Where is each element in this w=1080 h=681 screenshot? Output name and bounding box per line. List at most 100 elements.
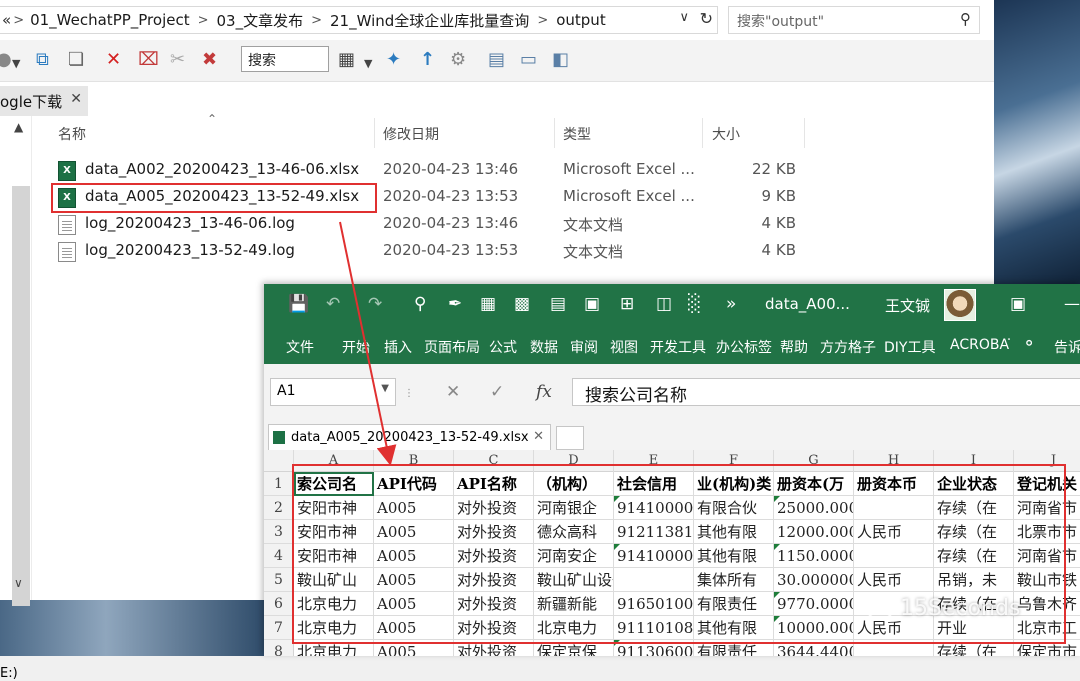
table-cell[interactable]: A005 <box>374 544 454 568</box>
grid-icon[interactable]: ⊞ <box>620 294 634 314</box>
select-all-corner[interactable] <box>264 450 294 472</box>
refresh-icon[interactable]: ↻ <box>700 9 713 28</box>
table-cell[interactable]: 人民币 <box>854 520 934 544</box>
tab-view[interactable]: 视图 <box>610 337 638 357</box>
table-cell[interactable]: 对外投资 <box>454 592 534 616</box>
table-cell[interactable]: 北京市工 <box>1014 616 1080 640</box>
table-cell[interactable]: 河南省市 <box>1014 544 1080 568</box>
table-cell[interactable]: 有限责任 <box>694 592 774 616</box>
table-cell[interactable]: 河南银企 <box>534 496 614 520</box>
table-cell[interactable]: 存续（在 <box>934 544 1014 568</box>
row-number[interactable]: 7 <box>264 616 294 640</box>
table-cell[interactable] <box>854 496 934 520</box>
close-icon[interactable]: ✕ <box>533 429 544 444</box>
table-cell[interactable]: 存续（在 <box>934 496 1014 520</box>
table-cell[interactable]: 鞍山市铁 <box>1014 568 1080 592</box>
table-cell[interactable]: 9770.000000 <box>774 592 854 616</box>
up-arrow-icon[interactable]: ↑ <box>420 50 435 70</box>
table-cell[interactable]: 对外投资 <box>454 496 534 520</box>
cut-icon[interactable]: ✂ <box>170 50 185 70</box>
column-letter[interactable]: D <box>534 450 614 472</box>
table-cell[interactable]: 1150.000000 <box>774 544 854 568</box>
insert-function-icon[interactable]: fx <box>536 382 552 402</box>
table-cell[interactable]: 有限合伙 <box>694 496 774 520</box>
table-cell[interactable]: 10000.000000 <box>774 616 854 640</box>
table-cell[interactable]: 北京电力 <box>294 592 374 616</box>
preview-pane-icon[interactable]: ▭ <box>520 50 537 70</box>
column-letter[interactable]: A <box>294 450 374 472</box>
table-cell[interactable]: 12000.000000 <box>774 520 854 544</box>
address-overflow-icon[interactable]: « <box>2 11 11 29</box>
drive-label[interactable]: E:) <box>0 666 18 681</box>
pin-icon[interactable]: ✦ <box>386 50 401 70</box>
breadcrumb-item[interactable]: 21_Wind全球企业库批量查询 <box>330 10 529 31</box>
address-bar[interactable]: « > 01_WechatPP_Project > 03_文章发布 > 21_W… <box>0 6 718 34</box>
table-cell[interactable]: 对外投资 <box>454 640 534 656</box>
column-letter[interactable]: C <box>454 450 534 472</box>
table-cell[interactable]: 30.000000 <box>774 568 854 592</box>
screen-icon[interactable]: ▣ <box>584 294 600 314</box>
table-cell[interactable]: A005 <box>374 592 454 616</box>
tab-developer[interactable]: 开发工具 <box>650 337 706 357</box>
column-divider[interactable] <box>804 118 805 148</box>
table-cell[interactable]: 保定京保 <box>534 640 614 656</box>
table-cell[interactable]: 安阳市神 <box>294 544 374 568</box>
tab-acrobat[interactable]: ACROBAT <box>950 337 1010 353</box>
table-cell[interactable]: 安阳市神 <box>294 520 374 544</box>
table-cell[interactable]: 存续（在 <box>934 520 1014 544</box>
table-cell[interactable]: 911101081 <box>614 616 694 640</box>
row-number[interactable]: 5 <box>264 568 294 592</box>
column-header-size[interactable]: 大小 <box>712 124 740 154</box>
chevron-down-icon[interactable]: ∨ <box>679 10 689 25</box>
settings-icon[interactable]: ⚙ <box>450 50 466 70</box>
table-cell[interactable]: 人民币 <box>854 568 934 592</box>
table-cell[interactable]: 存续（在 <box>934 640 1014 656</box>
table-cell[interactable]: A005 <box>374 568 454 592</box>
table-cell[interactable]: 集体所有 <box>694 568 774 592</box>
new-window-icon[interactable]: ⧉ <box>36 50 49 70</box>
name-box[interactable]: A1 ▼ <box>270 378 396 406</box>
table-cell[interactable]: 911306001 <box>614 640 694 656</box>
header-cell[interactable]: （机构） <box>534 472 614 496</box>
more-icon[interactable]: » <box>726 294 736 314</box>
table-cell[interactable]: 对外投资 <box>454 520 534 544</box>
minimize-icon[interactable]: — <box>1064 294 1080 313</box>
tab-tell-me[interactable]: 告诉 <box>1054 337 1080 357</box>
header-cell[interactable]: 企业状态 <box>934 472 1014 496</box>
tab-ffgz[interactable]: 方方格子 <box>820 337 876 357</box>
column-letter[interactable]: B <box>374 450 454 472</box>
scrollbar-thumb[interactable] <box>12 186 30 606</box>
header-cell[interactable]: 社会信用 <box>614 472 694 496</box>
scroll-up-icon[interactable]: ▲ <box>14 120 23 134</box>
delete-icon[interactable]: ✕ <box>106 50 121 70</box>
redo-icon[interactable]: ↷ <box>368 294 382 314</box>
table-cell[interactable]: 有限责任 <box>694 640 774 656</box>
undo-icon[interactable]: ↶ <box>326 294 340 314</box>
table-cell[interactable] <box>614 568 694 592</box>
table-cell[interactable]: 对外投资 <box>454 544 534 568</box>
table-cell[interactable]: 914100003 <box>614 496 694 520</box>
chevron-down-icon[interactable]: ▼ <box>364 54 372 74</box>
table-cell[interactable]: 其他有限 <box>694 616 774 640</box>
row-number[interactable]: 2 <box>264 496 294 520</box>
disconnect-icon[interactable]: ✖ <box>202 50 217 70</box>
table-cell[interactable]: 916501007 <box>614 592 694 616</box>
header-cell[interactable]: API名称 <box>454 472 534 496</box>
tab-file[interactable]: 文件 <box>286 337 314 357</box>
save-icon[interactable]: 💾 <box>288 294 309 314</box>
chart-icon[interactable]: ░ <box>688 294 701 314</box>
table-cell[interactable]: 北京电力 <box>294 640 374 656</box>
chevron-down-icon[interactable]: ▼ <box>12 54 20 74</box>
file-row[interactable]: X data_A002_20200423_13-46-06.xlsx 2020-… <box>58 157 818 184</box>
tab-google-downloads[interactable]: ogle下载 ✕ <box>0 86 88 116</box>
row-number[interactable]: 3 <box>264 520 294 544</box>
layout-icon[interactable]: ▤ <box>488 50 505 70</box>
column-divider[interactable] <box>702 118 703 148</box>
delete-window-icon[interactable]: ⌧ <box>138 50 159 70</box>
tab-data[interactable]: 数据 <box>530 337 558 357</box>
table-cell[interactable]: 鞍山矿山设备制造有 <box>534 568 614 592</box>
tab-office-tab[interactable]: 办公标签 <box>716 337 772 357</box>
column-letter[interactable]: F <box>694 450 774 472</box>
table-cell[interactable]: 鞍山矿山 <box>294 568 374 592</box>
lightbulb-icon[interactable]: ⚬ <box>1022 334 1036 354</box>
